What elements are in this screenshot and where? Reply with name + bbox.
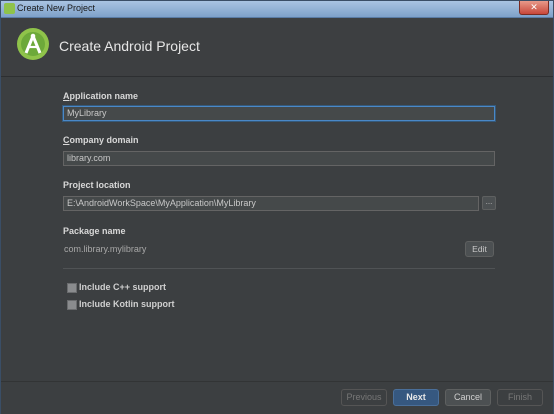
next-button[interactable]: Next: [393, 389, 439, 406]
divider: [63, 268, 495, 269]
previous-button[interactable]: Previous: [341, 389, 387, 406]
company-domain-label: Company domain: [63, 135, 139, 145]
form-content: Application name MyLibrary Company domai…: [1, 76, 553, 382]
project-location-field[interactable]: E:\AndroidWorkSpace\MyApplication\MyLibr…: [63, 196, 479, 211]
wizard-header: Create Android Project: [1, 18, 553, 76]
window-title: Create New Project: [17, 3, 96, 13]
wizard-footer: Previous Next Cancel Finish: [1, 381, 553, 414]
label-text: ompany domain: [69, 135, 139, 145]
label-text: pplication name: [69, 91, 139, 101]
package-name-label: Package name: [63, 226, 126, 236]
edit-package-button[interactable]: Edit: [465, 241, 494, 257]
close-button[interactable]: ✕: [519, 1, 549, 15]
include-kotlin-checkbox[interactable]: [67, 300, 77, 310]
package-name-value: com.library.mylibrary: [64, 244, 147, 254]
android-studio-icon: [17, 28, 49, 60]
browse-button[interactable]: ...: [482, 196, 496, 210]
create-project-window: Create New Project ✕ Create Android Proj…: [0, 0, 554, 414]
include-cpp-checkbox[interactable]: [67, 283, 77, 293]
project-location-label: Project location: [63, 180, 131, 190]
company-domain-field[interactable]: library.com: [63, 151, 495, 166]
page-title: Create Android Project: [59, 38, 200, 54]
include-kotlin-label[interactable]: Include Kotlin support: [79, 299, 175, 309]
app-icon: [4, 3, 15, 14]
application-name-field[interactable]: MyLibrary: [63, 106, 495, 121]
include-cpp-label[interactable]: Include C++ support: [79, 282, 166, 292]
title-bar[interactable]: Create New Project ✕: [1, 1, 553, 18]
finish-button[interactable]: Finish: [497, 389, 543, 406]
cancel-button[interactable]: Cancel: [445, 389, 491, 406]
application-name-label: Application name: [63, 91, 138, 101]
